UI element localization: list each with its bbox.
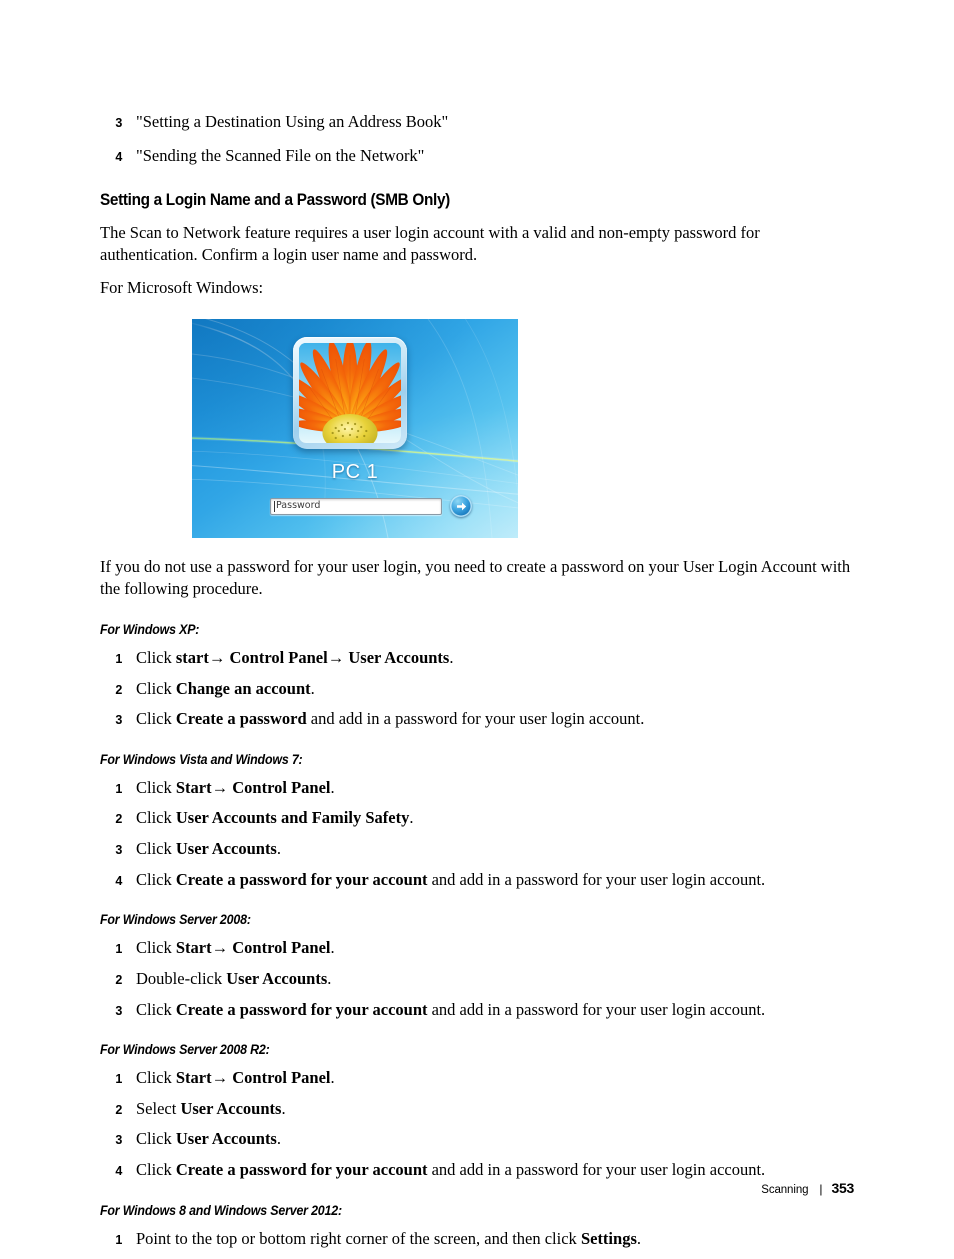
list-item: 1 Point to the top or bottom right corne… [100, 1229, 854, 1250]
text-caret [274, 500, 275, 512]
list-number: 3 [115, 116, 122, 130]
list-item: 2 Click Change an account. [100, 679, 854, 700]
list-item: 3 Click User Accounts. [100, 839, 854, 860]
submit-button[interactable] [450, 495, 472, 518]
document-page: 3 "Setting a Destination Using an Addres… [0, 0, 954, 1248]
list-text: Click start→ Control Panel→ User Account… [136, 647, 454, 667]
list-text: Click User Accounts and Family Safety. [136, 808, 414, 828]
list-number: 3 [115, 843, 122, 858]
list-text: Click Create a password for your account… [136, 869, 766, 889]
list-text: Select User Accounts. [136, 1098, 286, 1118]
list-number: 1 [115, 942, 122, 957]
list-number: 4 [115, 149, 122, 164]
list-number: 4 [115, 873, 122, 888]
list-item: 1 Click start→ Control Panel→ User Accou… [100, 648, 854, 669]
list-number: 3 [115, 713, 122, 728]
list-text: Click Create a password for your account… [136, 999, 766, 1019]
steps-windows-8-server-2012: 1 Point to the top or bottom right corne… [100, 1229, 854, 1250]
list-item: 1 Click Start→ Control Panel. [100, 778, 854, 799]
list-item: 4 "Sending the Scanned File on the Netwo… [100, 146, 854, 167]
list-text: Click Start→ Control Panel. [136, 1068, 335, 1088]
page-footer: Scanning | 353 [761, 1180, 854, 1196]
list-number: 4 [115, 1164, 122, 1179]
list-item: 3 Click Create a password for your accou… [100, 1000, 854, 1021]
arrow-right-icon [456, 502, 466, 510]
subsection-heading-windows-vista-7: For Windows Vista and Windows 7: [100, 751, 303, 767]
paragraph-for-microsoft-windows: For Microsoft Windows: [100, 278, 264, 298]
list-number: 2 [115, 1102, 122, 1117]
subsection-heading-windows-8-server-2012: For Windows 8 and Windows Server 2012: [100, 1202, 342, 1218]
list-text: Click Start→ Control Panel. [136, 938, 335, 958]
list-text: Click Change an account. [136, 678, 315, 698]
list-item: 3 Click User Accounts. [100, 1129, 854, 1150]
paragraph-requirements: The Scan to Network feature requires a u… [100, 223, 760, 265]
list-number: 3 [115, 1003, 122, 1018]
subsection-heading-windows-server-2008-r2: For Windows Server 2008 R2: [100, 1042, 270, 1058]
password-placeholder: Password [276, 500, 321, 512]
list-item: 2 Select User Accounts. [100, 1099, 854, 1120]
paragraph-create-password: If you do not use a password for your us… [100, 557, 851, 598]
steps-windows-server-2008: 1 Click Start→ Control Panel. 2 Double-c… [100, 938, 854, 1020]
list-text: Point to the top or bottom right corner … [136, 1228, 641, 1248]
list-number: 1 [115, 1072, 122, 1087]
list-item: 2 Click User Accounts and Family Safety. [100, 808, 854, 829]
list-number: 2 [115, 812, 122, 827]
list-item: 2 Double-click User Accounts. [100, 969, 854, 990]
section-heading: Setting a Login Name and a Password (SMB… [100, 191, 450, 210]
subsection-heading-windows-server-2008: For Windows Server 2008: [100, 912, 251, 928]
list-text: Double-click User Accounts. [136, 968, 332, 988]
list-number: 2 [115, 972, 122, 987]
footer-separator: | [819, 1182, 823, 1196]
list-item: 4 Click Create a password for your accou… [100, 870, 854, 891]
steps-windows-vista-7: 1 Click Start→ Control Panel. 2 Click Us… [100, 778, 854, 891]
list-number: 1 [115, 781, 122, 796]
list-number: 1 [115, 651, 122, 666]
list-number: 2 [115, 682, 122, 697]
list-item: 3 Click Create a password and add in a p… [100, 709, 854, 730]
list-text: Click User Accounts. [136, 1129, 281, 1149]
list-text: "Sending the Scanned File on the Network… [136, 145, 425, 165]
list-item: 1 Click Start→ Control Panel. [100, 938, 854, 959]
list-item: 3 "Setting a Destination Using an Addres… [100, 112, 854, 133]
password-input[interactable]: Password [270, 497, 442, 515]
steps-windows-server-2008-r2: 1 Click Start→ Control Panel. 2 Select U… [100, 1068, 854, 1181]
avatar[interactable] [293, 337, 407, 450]
footer-section-name: Scanning [761, 1184, 809, 1196]
list-text: Click Create a password for your account… [136, 1160, 766, 1180]
list-text: Click Create a password and add in a pas… [136, 709, 645, 729]
list-text: Click User Accounts. [136, 839, 281, 859]
windows-login-screen: PC 1 Password [192, 319, 518, 539]
intro-numbered-list: 3 "Setting a Destination Using an Addres… [100, 112, 854, 166]
list-item: 1 Click Start→ Control Panel. [100, 1068, 854, 1089]
flower-avatar-icon [299, 343, 401, 444]
login-screenshot-figure: PC 1 Password [100, 319, 854, 539]
subsection-heading-windows-xp: For Windows XP: [100, 621, 200, 637]
password-entry-row: Password [270, 495, 472, 518]
list-number: 3 [115, 1133, 122, 1148]
list-text: Click Start→ Control Panel. [136, 777, 335, 797]
page-content: 3 "Setting a Destination Using an Addres… [100, 112, 854, 1259]
steps-windows-xp: 1 Click start→ Control Panel→ User Accou… [100, 648, 854, 730]
list-item: 4 Click Create a password for your accou… [100, 1160, 854, 1181]
footer-page-number: 353 [831, 1180, 855, 1196]
user-name-label: PC 1 [331, 461, 379, 484]
list-text: "Setting a Destination Using an Address … [136, 112, 449, 131]
